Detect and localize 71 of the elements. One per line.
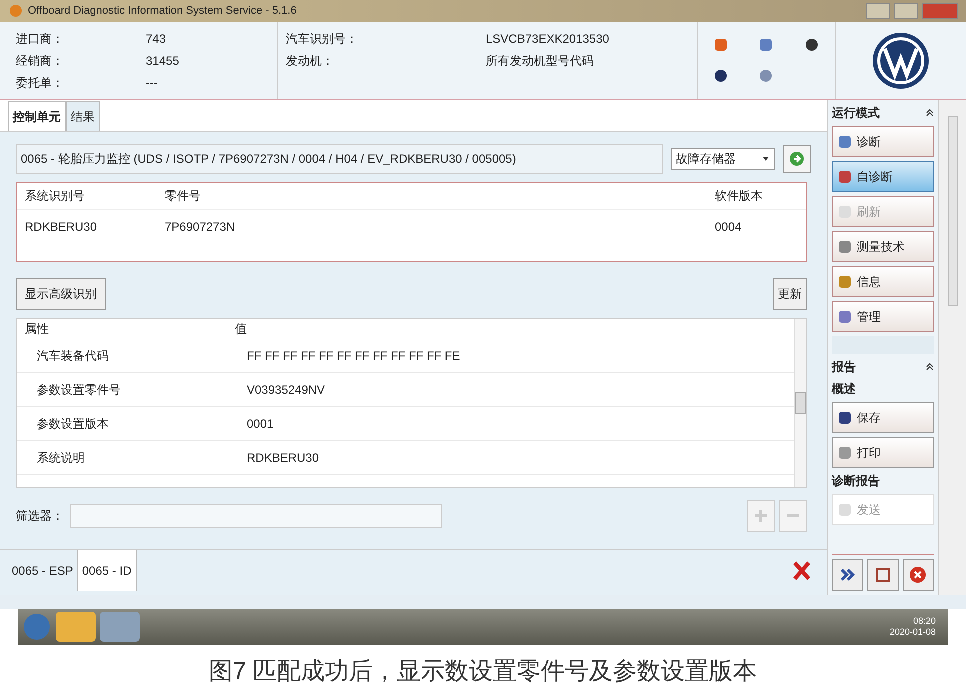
field-label: 发动机： <box>286 53 335 70</box>
column-header: 零件号 <box>165 188 202 205</box>
table-cell-text: 参数设置版本 <box>37 416 110 432</box>
report-button[interactable]: 保存 <box>832 402 934 433</box>
exit-button[interactable] <box>902 559 934 591</box>
plus-icon <box>755 510 767 522</box>
minimize-button[interactable] <box>866 3 890 19</box>
field-label: 汽车识别号： <box>286 31 359 48</box>
subsection-title: 诊断报告 <box>832 473 881 490</box>
column-header: 属性 <box>25 321 50 338</box>
mode-button[interactable]: 信息 <box>832 266 934 297</box>
field-label: 进口商： <box>16 31 65 48</box>
advanced-id-button[interactable]: 显示高级识别 <box>16 278 106 310</box>
close-button[interactable] <box>922 3 958 19</box>
minus-icon <box>787 514 799 518</box>
field-value: --- <box>146 75 159 92</box>
table-cell-text: FF FF FF FF FF FF FF FF FF FF FF FE <box>247 348 462 364</box>
mode-button[interactable]: 自诊断 <box>832 161 934 192</box>
subsection-title: 概述 <box>832 381 857 398</box>
section-title: 报告 <box>832 359 856 376</box>
dropdown[interactable]: 故障存储器 <box>671 148 775 170</box>
field-value: 743 <box>146 31 168 48</box>
mode-button[interactable]: 管理 <box>832 301 934 332</box>
forward-button[interactable] <box>832 559 864 591</box>
column-header: 值 <box>235 321 248 338</box>
column-header: 软件版本 <box>715 188 764 205</box>
mode-button[interactable]: 诊断 <box>832 126 934 157</box>
window-button[interactable] <box>867 559 899 591</box>
field-value: LSVCB73EXK2013530 <box>486 31 610 48</box>
table-cell-text: 系统说明 <box>37 450 86 466</box>
update-button[interactable]: 更新 <box>773 278 807 310</box>
scrollbar[interactable] <box>938 100 966 595</box>
caret-icon <box>762 156 770 162</box>
close-icon[interactable] <box>793 560 811 580</box>
mode-button[interactable]: 测量技术 <box>832 231 934 262</box>
collapse-icon[interactable] <box>926 363 934 371</box>
go-button[interactable] <box>783 145 811 173</box>
tab[interactable]: 0065 - ID <box>78 550 137 591</box>
logo-icon <box>871 30 931 90</box>
clock-date: 2020-01-08 <box>890 627 936 638</box>
window-title: Offboard Diagnostic Information System Service - 5.1.6 <box>28 4 297 19</box>
table-cell-text: V03935249NV <box>247 382 326 398</box>
tab[interactable]: 控制单元 <box>8 101 66 131</box>
report-button[interactable]: 打印 <box>832 437 934 468</box>
frame-icon <box>874 567 891 583</box>
section-title: 运行模式 <box>832 105 880 122</box>
scrollbar[interactable] <box>794 319 806 487</box>
collapse-icon[interactable] <box>926 109 934 117</box>
table-cell-text: 7P6907273N <box>165 219 236 236</box>
double-chevron-icon <box>840 568 856 582</box>
field-label: 经销商： <box>16 53 65 70</box>
close-icon <box>909 566 928 584</box>
table-cell-text: RDKBERU30 <box>25 219 98 236</box>
filter-label: 筛选器： <box>16 508 65 525</box>
add-button[interactable] <box>747 500 775 532</box>
control-unit-path: 0065 - 轮胎压力监控 (UDS / ISOTP / 7P6907273N / 0004 / H04 / EV_RDKBERU30 / 005005) <box>16 144 663 174</box>
field-label: 委托单： <box>16 75 65 92</box>
table-cell-text: 0004 <box>715 219 743 236</box>
filter-field[interactable] <box>70 504 442 528</box>
tab[interactable]: 结果 <box>66 101 100 131</box>
remove-button[interactable] <box>779 500 807 532</box>
table-cell-text: RDKBERU30 <box>247 450 320 466</box>
caption: 图7 匹配成功后，显示数设置零件号及参数设置版本 <box>208 657 757 687</box>
table-cell-text: 0001 <box>247 416 275 432</box>
table-cell-text: 汽车装备代码 <box>37 348 110 364</box>
clock-time: 08:20 <box>913 616 936 627</box>
maximize-button[interactable] <box>894 3 918 19</box>
field-value: 31455 <box>146 53 180 70</box>
field-value: 所有发动机型号代码 <box>486 53 595 70</box>
column-header: 系统识别号 <box>25 188 86 205</box>
table-cell-text: 参数设置零件号 <box>37 382 122 398</box>
